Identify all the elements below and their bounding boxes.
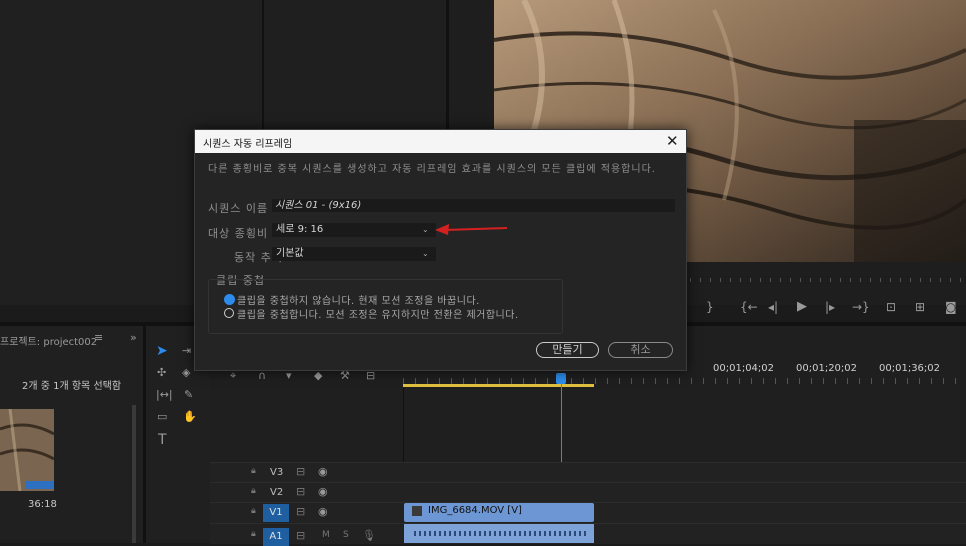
ruler-timecode: 00;01;36;02 xyxy=(879,363,941,374)
panel-menu-icon[interactable]: ≡ xyxy=(94,331,103,344)
playhead-handle[interactable] xyxy=(556,373,566,384)
project-panel-scrollbar[interactable] xyxy=(132,405,136,543)
solo-button[interactable]: S xyxy=(343,530,349,540)
track-select-tool-icon[interactable]: ⇥ xyxy=(182,344,191,357)
panel-expand-icon[interactable]: » xyxy=(130,331,137,344)
eye-icon[interactable]: ◉ xyxy=(318,465,328,478)
go-to-in-icon[interactable]: {← xyxy=(740,300,758,314)
step-forward-icon[interactable]: |▸ xyxy=(825,300,835,314)
mark-out-icon[interactable]: } xyxy=(706,300,714,314)
chevron-down-icon: ⌄ xyxy=(422,249,429,258)
motion-tracking-value: 기본값 xyxy=(276,248,304,259)
pen-tool-icon[interactable]: ✎ xyxy=(184,388,193,401)
dialog-title: 시퀀스 자동 리프레임 xyxy=(203,139,293,150)
eye-icon[interactable]: ◉ xyxy=(318,505,328,518)
motion-tracking-dropdown[interactable]: 기본값 ⌄ xyxy=(272,247,436,261)
annotation-arrow xyxy=(435,224,508,235)
create-button[interactable]: 만들기 xyxy=(536,342,599,358)
lock-icon[interactable]: 🔒︎ xyxy=(251,529,256,539)
track-name[interactable]: A1 xyxy=(263,528,289,546)
selection-tool-icon[interactable]: ➤ xyxy=(156,343,168,359)
lift-icon[interactable]: ⊡ xyxy=(886,300,896,314)
radio-nest-label[interactable]: 클립을 중첩합니다. 모션 조정은 유지하지만 전환은 제거합니다. xyxy=(237,306,519,321)
extract-icon[interactable]: ⊞ xyxy=(915,300,925,314)
eye-icon[interactable]: ◉ xyxy=(318,485,328,498)
track-name[interactable]: V2 xyxy=(270,487,283,498)
clip-label: IMG_6684.MOV [V] xyxy=(428,505,522,516)
lock-icon[interactable]: 🔒︎ xyxy=(251,486,256,496)
sequence-name-field[interactable]: 시퀀스 01 - (9x16) xyxy=(272,199,675,212)
lock-icon[interactable]: 🔒︎ xyxy=(251,506,256,516)
mute-button[interactable]: M xyxy=(322,530,330,540)
radio-nest[interactable] xyxy=(224,308,234,318)
ripple-edit-tool-icon[interactable]: ✣ xyxy=(157,366,166,379)
track-name[interactable]: V3 xyxy=(270,467,283,478)
fx-badge-icon xyxy=(412,506,422,516)
work-area-bar[interactable] xyxy=(403,384,594,387)
project-item-thumbnail[interactable] xyxy=(0,409,54,491)
thumbnail-duration: 36:18 xyxy=(28,499,57,510)
slip-tool-icon[interactable]: |↔| xyxy=(156,388,173,401)
ruler-timecode: 00;01;20;02 xyxy=(796,363,858,374)
aspect-ratio-value: 세로 9: 16 xyxy=(276,224,324,235)
track-row-v2: 🔒︎ V2 ⊟ ◉ xyxy=(210,482,966,503)
sync-lock-icon[interactable]: ⊟ xyxy=(296,529,305,542)
project-panel-title: 프로젝트: project002 xyxy=(0,337,98,348)
sequence-name-label: 시퀀스 이름 xyxy=(208,202,269,215)
aspect-ratio-dropdown[interactable]: 세로 9: 16 ⌄ xyxy=(272,223,436,237)
program-scrub-bar[interactable] xyxy=(690,278,966,282)
track-name[interactable]: V1 xyxy=(263,504,289,522)
rectangle-tool-icon[interactable]: ▭ xyxy=(157,410,167,423)
camera-icon[interactable]: ◙ xyxy=(945,300,957,314)
lock-icon[interactable]: 🔒︎ xyxy=(251,466,256,476)
video-clip[interactable]: IMG_6684.MOV [V] xyxy=(404,503,594,522)
chevron-down-icon: ⌄ xyxy=(422,225,429,234)
sequence-name-value: 시퀀스 01 - (9x16) xyxy=(275,200,362,211)
sync-lock-icon[interactable]: ⊟ xyxy=(296,465,305,478)
track-row-v3: 🔒︎ V3 ⊟ ◉ xyxy=(210,462,966,483)
microphone-icon[interactable]: 🎙︎ xyxy=(362,529,376,542)
go-to-out-icon[interactable]: →} xyxy=(852,300,870,314)
razor-tool-icon[interactable]: ◈ xyxy=(182,366,190,379)
snap-icon[interactable]: ⌖ xyxy=(230,369,236,383)
selection-status: 2개 중 1개 항목 선택함 xyxy=(22,381,122,392)
dialog-description: 다른 종횡비로 중복 시퀀스를 생성하고 자동 리프레임 효과를 시퀀스의 모든… xyxy=(208,164,656,175)
play-icon[interactable]: ▶ xyxy=(797,299,807,314)
hand-tool-icon[interactable]: ✋ xyxy=(183,410,197,423)
cancel-button[interactable]: 취소 xyxy=(608,342,673,358)
auto-reframe-dialog: 시퀀스 자동 리프레임 ✕ 다른 종횡비로 중복 시퀀스를 생성하고 자동 리프… xyxy=(194,129,687,371)
sync-lock-icon[interactable]: ⊟ xyxy=(296,485,305,498)
radio-no-nest[interactable] xyxy=(224,294,235,305)
audio-clip[interactable] xyxy=(404,524,594,543)
radio-no-nest-label[interactable]: 클립을 중첩하지 않습니다. 현재 모션 조정을 바꿉니다. xyxy=(237,292,480,307)
close-icon[interactable]: ✕ xyxy=(666,132,679,150)
step-back-icon[interactable]: ◂| xyxy=(768,300,778,314)
aspect-ratio-label: 대상 종횡비 xyxy=(208,227,269,240)
dialog-titlebar: 시퀀스 자동 리프레임 ✕ xyxy=(195,130,686,153)
sync-lock-icon[interactable]: ⊟ xyxy=(296,505,305,518)
ruler-timecode: 00;01;04;02 xyxy=(713,363,775,374)
type-tool-icon[interactable]: T xyxy=(158,432,167,448)
audio-waveform xyxy=(414,531,589,536)
